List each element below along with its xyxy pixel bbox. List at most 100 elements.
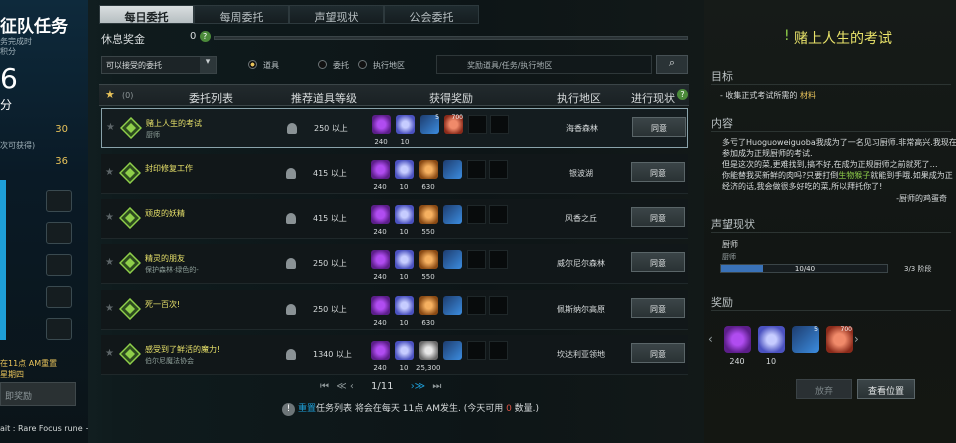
view-location-button[interactable]: 查看位置 — [857, 379, 915, 399]
quest-row[interactable]: ★ 精灵的朋友 保护森林·绿色的- 250 以上 240 10 550 威尔尼尔森林 同意 — [101, 244, 688, 284]
chevron-down-icon: ▾ — [200, 57, 216, 73]
reward-gem-icon[interactable] — [371, 160, 390, 179]
chevron-left-icon[interactable]: ‹ — [708, 332, 713, 346]
reward-potion-icon[interactable]: 5 — [792, 326, 819, 353]
accept-button[interactable]: 同意 — [631, 298, 685, 318]
claim-reward-button[interactable]: 即奖励 — [0, 382, 76, 406]
quest-row[interactable]: ★ 封印修复工作 415 以上 240 10 630 银波湖 同意 — [101, 154, 688, 194]
reward-potion-icon[interactable] — [443, 296, 462, 315]
accept-button[interactable]: 同意 — [632, 117, 686, 137]
expedition-row2-label: 次可获得) — [0, 141, 36, 150]
radio-unchecked-icon — [318, 60, 327, 69]
quest-detail-panel: ! 赌上人生的考试 目标 - 收集正式考试所需的 材料 内容 多亏了Huoguo… — [704, 0, 956, 443]
help-icon[interactable]: ? — [677, 89, 688, 100]
reward-heart-icon[interactable] — [395, 341, 414, 360]
reward-gem-icon[interactable] — [724, 326, 751, 353]
chevron-right-icon[interactable]: › — [854, 332, 859, 346]
reward-potion-icon[interactable] — [443, 250, 462, 269]
expedition-reward-slot[interactable] — [46, 190, 72, 212]
accept-button[interactable]: 同意 — [631, 207, 685, 227]
page-indicator: 1/11 — [371, 381, 394, 392]
reward-heart-icon[interactable] — [758, 326, 785, 353]
favorite-star-icon[interactable]: ★ — [106, 122, 115, 133]
quest-row[interactable]: ★ 感受到了鲜活的魔力! 伯尔尼魔法协会 1340 以上 240 10 25,300 坎达利亚… — [101, 335, 688, 375]
reward-lantern-icon[interactable] — [419, 296, 438, 315]
reward-heart-icon[interactable] — [395, 250, 414, 269]
radio-item[interactable]: 道具 — [248, 60, 279, 71]
quest-subtitle: 保护森林·绿色的- — [145, 266, 199, 274]
first-page-button[interactable]: ⏮ — [320, 381, 329, 392]
content-line: 但是这次的菜,更难找到,搞不好,在成为正规厨师之前就死了… — [722, 160, 938, 169]
expedition-reward-slot[interactable] — [46, 222, 72, 244]
star-icon[interactable]: ★ — [105, 88, 115, 101]
radio-quest[interactable]: 委托 — [318, 60, 349, 71]
reward-heart-icon[interactable] — [396, 115, 415, 134]
quest-table-header: ★ (0) 委托列表 推荐道具等级 获得奖励 执行地区 进行现状 ? — [99, 84, 689, 106]
reward-meat-icon[interactable]: 700 — [826, 326, 853, 353]
expedition-reward-slot[interactable] — [46, 254, 72, 276]
expedition-points-unit: 分 — [0, 98, 13, 112]
reputation-progress-text: 10/40 — [794, 265, 816, 273]
divider — [711, 131, 951, 132]
favorite-star-icon[interactable]: ★ — [105, 257, 114, 268]
quest-region: 海香森林 — [566, 124, 598, 133]
reward-count: 240 — [373, 319, 387, 327]
reward-coin-icon[interactable] — [419, 341, 438, 360]
tab-guild[interactable]: 公会委托 — [384, 5, 479, 24]
reward-heart-icon[interactable] — [395, 160, 414, 179]
reward-meat-icon[interactable]: 700 — [444, 114, 463, 134]
reward-heart-icon[interactable] — [395, 296, 414, 315]
reward-gem-icon[interactable] — [371, 205, 390, 224]
reward-potion-icon[interactable]: 5 — [420, 114, 439, 134]
reward-gem-icon[interactable] — [371, 296, 390, 315]
empty-reward-slot — [489, 250, 508, 269]
expedition-reward-slot[interactable] — [46, 286, 72, 308]
expedition-reward-slot[interactable] — [46, 318, 72, 340]
radio-checked-icon — [248, 60, 257, 69]
help-icon[interactable]: ? — [199, 31, 211, 42]
reward-potion-icon[interactable] — [443, 341, 462, 360]
reward-lantern-icon[interactable] — [419, 160, 438, 179]
quest-emblem-icon — [119, 343, 141, 365]
quest-row[interactable]: ★ 顽皮的妖精 415 以上 240 10 550 风香之丘 同意 — [101, 199, 688, 239]
reward-badge: 5 — [814, 326, 818, 333]
radio-region[interactable]: 执行地区 — [358, 60, 405, 71]
favorite-star-icon[interactable]: ★ — [105, 212, 114, 223]
tab-weekly[interactable]: 每周委托 — [194, 5, 289, 24]
tab-daily[interactable]: 每日委托 — [99, 5, 194, 24]
tab-reputation[interactable]: 声望现状 — [289, 5, 384, 24]
search-button[interactable]: ⌕ — [656, 55, 688, 74]
quest-name: 精灵的朋友 — [145, 254, 185, 263]
reward-count: 10 — [400, 138, 410, 146]
rest-reward-bar — [214, 36, 688, 40]
accept-button[interactable]: 同意 — [631, 343, 685, 363]
last-page-button[interactable]: ⏭ — [432, 381, 441, 392]
favorite-star-icon[interactable]: ★ — [105, 348, 114, 359]
accept-button[interactable]: 同意 — [631, 162, 685, 182]
expedition-progress-bar — [0, 180, 6, 340]
abandon-button[interactable]: 放弃 — [796, 379, 852, 399]
search-input[interactable]: 奖励道具/任务/执行地区 — [436, 55, 652, 74]
reward-count: 240 — [729, 357, 745, 366]
quest-filter-select[interactable]: 可以接受的委托 ▾ — [101, 56, 217, 74]
reward-count: 240 — [373, 183, 387, 191]
accept-button[interactable]: 同意 — [631, 252, 685, 272]
reward-lantern-icon[interactable] — [419, 205, 438, 224]
reward-gem-icon[interactable] — [371, 250, 390, 269]
prev-page-button[interactable]: ≪ ‹ — [336, 381, 354, 392]
favorite-star-icon[interactable]: ★ — [105, 167, 114, 178]
reward-gem-icon[interactable] — [372, 115, 391, 134]
reward-heart-icon[interactable] — [395, 205, 414, 224]
reward-badge: 700 — [840, 326, 852, 333]
quest-row[interactable]: ★ 赌上人生的考试 厨师 250 以上 240 10 5 700 海香森林 同意 — [101, 108, 688, 148]
reward-potion-icon[interactable] — [443, 160, 462, 179]
reward-potion-icon[interactable] — [443, 205, 462, 224]
quest-row[interactable]: ★ 死一百次! 250 以上 240 10 630 佩斯纳尔高原 同意 — [101, 290, 688, 330]
reward-gem-icon[interactable] — [371, 341, 390, 360]
quest-level: 415 以上 — [313, 169, 347, 178]
reward-lantern-icon[interactable] — [419, 250, 438, 269]
quest-filter-value: 可以接受的委托 — [106, 61, 162, 70]
content-header: 内容 — [711, 117, 733, 130]
next-page-button[interactable]: ›≫ — [411, 381, 425, 392]
favorite-star-icon[interactable]: ★ — [105, 303, 114, 314]
